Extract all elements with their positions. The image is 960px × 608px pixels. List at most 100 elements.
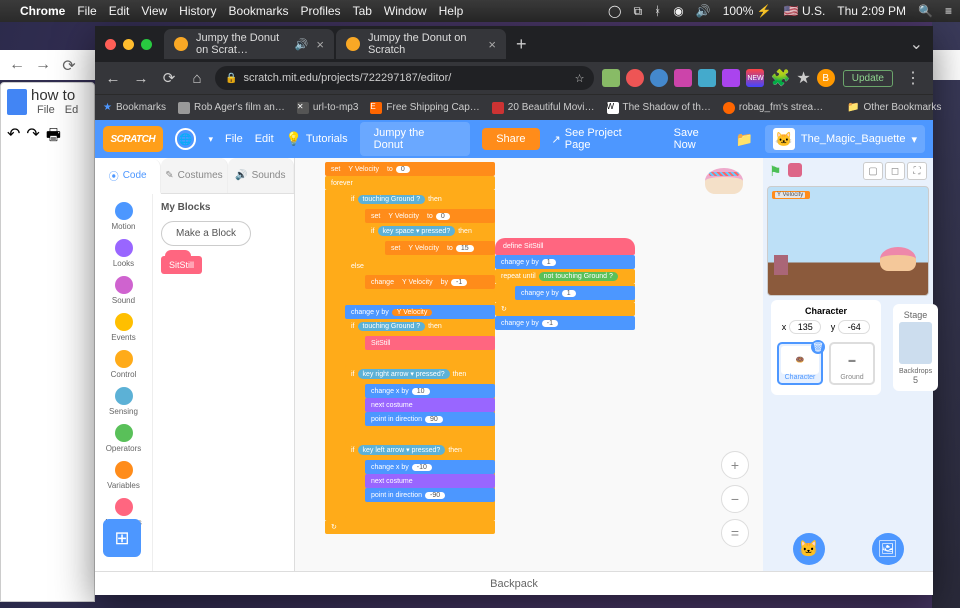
docs-menu-file[interactable]: File — [37, 104, 55, 116]
project-title-field[interactable]: Jumpy the Donut — [360, 122, 471, 156]
minimize-window[interactable] — [123, 39, 134, 50]
reload-button[interactable]: ⟳ — [159, 68, 179, 88]
address-bar[interactable]: 🔒 scratch.mit.edu/projects/722297187/edi… — [215, 66, 594, 90]
menu-tab[interactable]: Tab — [353, 4, 372, 18]
bookmark[interactable]: ✕url-to-mp3 — [297, 102, 359, 114]
sprite-card-ground[interactable]: ▬ Ground — [829, 342, 875, 385]
extensions-menu-icon[interactable]: 🧩 — [770, 68, 790, 88]
category-motion[interactable]: Motion — [95, 198, 152, 235]
extension-icon[interactable] — [650, 69, 668, 87]
zoom-out-button[interactable]: − — [721, 485, 749, 513]
browser-tab-1[interactable]: Jumpy the Donut on Scrat… 🔊 × — [164, 29, 334, 59]
script-workspace[interactable]: set Y Velocity to 0 forever if touching … — [295, 158, 763, 571]
redo-icon[interactable]: ↷ — [26, 124, 39, 151]
tab-audio-icon[interactable]: 🔊 — [295, 38, 309, 51]
search-icon[interactable]: 🔍 — [918, 4, 933, 18]
volume-icon[interactable]: 🔊 — [696, 4, 711, 18]
back-button[interactable]: ← — [8, 56, 26, 74]
backpack-panel[interactable]: Backpack — [95, 571, 933, 595]
custom-block-sitstill[interactable]: SitStill — [161, 256, 202, 274]
extension-icon[interactable] — [626, 69, 644, 87]
menu-help[interactable]: Help — [439, 4, 464, 18]
category-operators[interactable]: Operators — [95, 420, 152, 457]
extension-icon[interactable] — [698, 69, 716, 87]
menu-file[interactable]: File — [77, 4, 96, 18]
category-sensing[interactable]: Sensing — [95, 383, 152, 420]
stop-button[interactable] — [788, 163, 802, 177]
control-center-icon[interactable]: ≡ — [945, 4, 952, 18]
tab-costumes[interactable]: ✎Costumes — [161, 158, 227, 193]
extension-icon[interactable]: NEW — [746, 69, 764, 87]
share-button[interactable]: Share — [482, 128, 539, 150]
category-control[interactable]: Control — [95, 346, 152, 383]
stage-preview[interactable]: Y Velocity — [767, 186, 929, 296]
close-tab-icon[interactable]: × — [488, 37, 496, 52]
delete-sprite-icon[interactable]: 🗑 — [811, 340, 825, 354]
tab-sounds[interactable]: 🔊Sounds — [228, 158, 294, 193]
menu-edit[interactable]: Edit — [109, 4, 130, 18]
stage-full-button[interactable]: ⛶ — [907, 162, 927, 180]
close-window[interactable] — [105, 39, 116, 50]
bookmark[interactable]: EFree Shipping Cap… — [370, 102, 479, 114]
tab-dropdown-icon[interactable]: ⌄ — [900, 34, 933, 54]
menu-window[interactable]: Window — [384, 4, 427, 18]
star-bookmark-icon[interactable]: ★ — [796, 68, 810, 88]
menu-bookmarks[interactable]: Bookmarks — [229, 4, 289, 18]
profile-avatar[interactable]: B — [817, 69, 835, 87]
update-button[interactable]: Update — [843, 70, 893, 87]
input-flag[interactable]: 🇺🇸 U.S. — [784, 4, 826, 18]
scratch-file-menu[interactable]: File — [225, 133, 243, 145]
battery-status[interactable]: 100% ⚡ — [723, 4, 772, 18]
category-events[interactable]: Events — [95, 309, 152, 346]
category-variables[interactable]: Variables — [95, 457, 152, 494]
extension-icon[interactable] — [722, 69, 740, 87]
menu-history[interactable]: History — [179, 4, 216, 18]
other-bookmarks[interactable]: 📁Other Bookmarks — [847, 102, 941, 113]
chrome-menu-icon[interactable]: ⋮ — [901, 68, 925, 88]
scratch-logo[interactable]: SCRATCH — [103, 126, 163, 152]
make-a-block-button[interactable]: Make a Block — [161, 221, 251, 246]
screenshare-icon[interactable]: ⧉ — [633, 4, 642, 19]
script-stack-define[interactable]: define SitStill change y by 1 repeat unt… — [495, 238, 635, 330]
category-sound[interactable]: Sound — [95, 272, 152, 309]
zoom-in-button[interactable]: + — [721, 451, 749, 479]
back-button[interactable]: ← — [103, 68, 123, 88]
forward-button[interactable]: → — [131, 68, 151, 88]
category-looks[interactable]: Looks — [95, 235, 152, 272]
forward-button[interactable]: → — [34, 56, 52, 74]
bookmark[interactable]: WThe Shadow of th… — [607, 102, 711, 114]
language-icon[interactable]: 🌐 — [175, 128, 197, 150]
menu-profiles[interactable]: Profiles — [301, 4, 341, 18]
y-input[interactable] — [838, 320, 870, 334]
tab-code[interactable]: ⦿Code — [95, 159, 161, 194]
add-backdrop-button[interactable]: 🖼 — [872, 533, 904, 565]
green-flag-button[interactable]: ⚑ — [769, 163, 782, 180]
my-stuff-icon[interactable]: 📁 — [735, 131, 752, 148]
home-button[interactable]: ⌂ — [187, 68, 207, 88]
docs-menu-edit[interactable]: Ed — [65, 104, 78, 116]
extension-icon[interactable] — [674, 69, 692, 87]
see-project-page[interactable]: ↗See Project Page — [552, 127, 650, 151]
bluetooth-icon[interactable]: ᚼ — [654, 4, 661, 18]
scratch-edit-menu[interactable]: Edit — [255, 133, 274, 145]
save-now[interactable]: Save Now — [674, 127, 724, 151]
app-name[interactable]: Chrome — [20, 4, 65, 18]
print-icon[interactable]: 🖶 — [46, 124, 61, 151]
stage-large-button[interactable]: ◻ — [885, 162, 905, 180]
reload-button[interactable]: ⟳ — [60, 56, 78, 74]
add-extension-button[interactable]: ⊞ — [103, 519, 141, 557]
add-sprite-button[interactable]: 🐱 — [793, 533, 825, 565]
bookmark[interactable]: robag_fm's strea… — [723, 102, 823, 114]
star-icon[interactable]: ☆ — [575, 72, 585, 85]
script-stack-main[interactable]: set Y Velocity to 0 forever if touching … — [325, 162, 495, 534]
x-input[interactable] — [789, 320, 821, 334]
bookmark[interactable]: 20 Beautiful Movi… — [492, 102, 595, 114]
new-tab-button[interactable]: + — [508, 34, 535, 55]
undo-icon[interactable]: ↶ — [7, 124, 20, 151]
browser-tab-2[interactable]: Jumpy the Donut on Scratch × — [336, 29, 506, 59]
stage-small-button[interactable]: ▢ — [863, 162, 883, 180]
bookmark[interactable]: ★Bookmarks — [103, 102, 166, 113]
sprite-card-character[interactable]: 🗑 🍩 Character — [777, 342, 823, 385]
user-menu[interactable]: 🐱 The_Magic_Baguette ▾ — [765, 125, 925, 153]
docs-title[interactable]: how to — [31, 87, 84, 104]
